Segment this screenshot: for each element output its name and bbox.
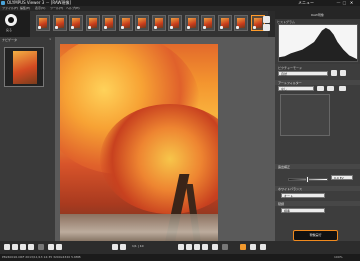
thumbnail-badge-icon [203,26,206,29]
delete-icon[interactable] [20,244,26,250]
rotate-right-icon[interactable] [12,244,18,250]
filmstrip-thumbnail[interactable] [52,15,67,31]
picture-mode-select[interactable]: 自然 [278,71,328,76]
panel-title-bar: RAW現像 [275,11,360,19]
status-left: P8240016.ORF 2013/11/13 14:35 3200x4320 … [2,255,81,259]
fullscreen-icon[interactable] [240,244,246,250]
filmstrip-thumbnail[interactable] [151,15,166,31]
picture-mode-add-icon[interactable] [340,70,346,76]
info-icon[interactable] [28,244,34,250]
navigator-title: ナビゲータ [2,38,18,42]
art-filter-raw-icon[interactable] [317,86,324,91]
thumbnail-badge-icon [104,26,107,29]
thumbnail-badge-icon [137,26,140,29]
prev-image-icon[interactable] [112,244,118,250]
settings-icon[interactable] [260,244,266,250]
thumbnail-badge-icon [153,26,157,29]
filmstrip-side-buttons [262,15,272,35]
print-icon[interactable] [56,244,62,250]
histogram-curve [279,27,357,61]
picture-mode-edit-icon[interactable] [331,70,337,76]
split-view-icon[interactable] [194,244,200,250]
filmstrip-thumbnail[interactable] [201,15,215,31]
thumbnail-badge-icon [236,26,239,29]
compare-view-icon[interactable] [222,244,228,250]
zoom-icon[interactable] [178,244,184,250]
thumbnail-badge-icon [54,26,58,29]
grid-icon[interactable] [202,244,208,250]
status-right: 100% [334,255,343,259]
maximize-button[interactable]: □ [342,1,347,5]
rotate-left-icon[interactable] [4,244,10,250]
minimize-button[interactable]: — [336,1,341,5]
exposure-slider-thumb[interactable] [306,176,309,183]
status-bar: P8240016.ORF 2013/11/13 14:35 3200x4320 … [0,254,360,261]
white-balance-select[interactable]: オート [281,193,325,198]
filmstrip-thumbnail[interactable] [69,15,83,31]
highlight-icon[interactable] [212,244,218,250]
exposure-input[interactable]: 0.0 EV [331,175,353,180]
thumbnail-badge-icon [170,26,173,29]
filmstrip-thumbnail[interactable] [135,15,149,31]
navigator-thumbnail[interactable] [4,47,44,87]
close-button[interactable]: ✕ [349,1,354,5]
exposure-header[interactable]: 露出補正 [275,164,360,169]
filmstrip-thumbnail[interactable] [217,15,232,31]
art-filter-preview [280,94,330,136]
art-filter-select[interactable]: なし [278,86,314,91]
next-image-icon[interactable] [120,244,126,250]
filmstrip-thumbnail[interactable] [85,15,100,31]
main-photo[interactable] [60,44,218,244]
thumbnail-badge-icon [71,26,74,29]
art-filter-header[interactable]: アートフィルター [275,80,360,85]
art-filter-pen-icon[interactable] [339,86,346,91]
navigator-image [13,51,37,84]
page-counter: 1/1 | 10 [132,244,144,248]
histogram [278,24,358,62]
back-label: 戻る [6,28,13,32]
fit-icon[interactable] [186,244,192,250]
picture-mode-label: ピクチャーモード [278,66,302,70]
thumbnail-badge-icon [219,26,223,29]
thumbnail-badge-icon [38,26,41,29]
filmstrip-thumbnail[interactable] [234,15,248,31]
navigator-close-icon[interactable]: × [49,37,53,41]
gradation-select[interactable]: 標準 [281,208,325,213]
white-balance-header[interactable]: ホワイトバランス [275,186,360,191]
filmstrip-thumbnail[interactable] [168,15,182,31]
filmstrip-thumbnail[interactable] [36,15,50,31]
filmstrip-down-button[interactable] [263,24,270,31]
develop-button[interactable]: 現像実行 [293,230,338,241]
share-icon[interactable] [48,244,54,250]
thumbnail-badge-icon [252,26,256,29]
filmstrip-thumbnail[interactable] [102,15,116,31]
loupe-icon[interactable] [250,244,256,250]
filmstrip-thumbnail[interactable] [118,15,133,31]
panel-title: RAW現像 [311,13,324,17]
art-filter-jpeg-icon[interactable] [327,86,334,91]
settings-panel: ピクチャーモード 自然 アートフィルター なし 露出補正 0.0 EV ホワイト… [275,64,360,241]
thumbnail-badge-icon [186,26,190,29]
thumbnail-badge-icon [87,26,91,29]
compare-icon[interactable] [38,244,44,250]
back-button[interactable] [5,14,17,26]
filmstrip-thumbnail[interactable] [184,15,199,31]
app-icon [1,1,5,5]
gradation-header[interactable]: 階調 [275,201,360,206]
filmstrip-up-button[interactable] [263,16,270,23]
thumbnail-badge-icon [120,26,124,29]
